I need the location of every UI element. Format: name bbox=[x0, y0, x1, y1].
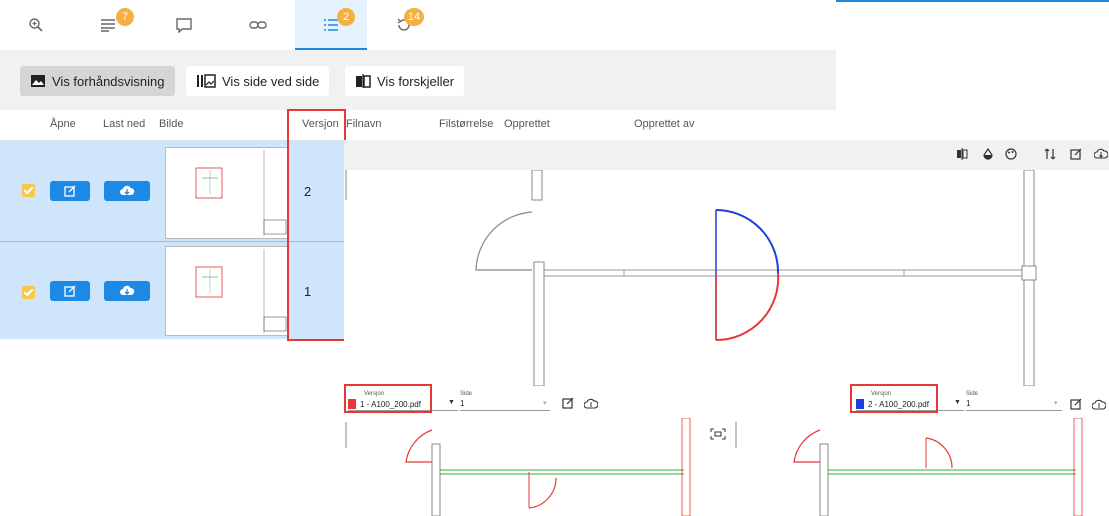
header-created-by[interactable]: Opprettet av bbox=[634, 118, 695, 130]
side-by-side-button[interactable]: Vis side ved side bbox=[186, 66, 330, 96]
row-checkbox[interactable] bbox=[22, 184, 35, 197]
floor-plan-thumbnail bbox=[195, 150, 287, 236]
dropdown-arrow-icon[interactable]: ▼ bbox=[448, 399, 455, 406]
cloud-download-icon[interactable] bbox=[1094, 148, 1108, 160]
tab-list[interactable]: 7 bbox=[72, 0, 144, 50]
open-external-icon[interactable] bbox=[562, 397, 574, 409]
header-download: Last ned bbox=[103, 118, 146, 130]
fit-screen-icon[interactable] bbox=[710, 428, 726, 440]
drawing-thumbnail[interactable] bbox=[165, 246, 289, 336]
side-label: Side bbox=[966, 391, 979, 397]
side-by-side-button-label: Vis side ved side bbox=[222, 73, 320, 89]
dropdown-arrow-icon[interactable]: ▾ bbox=[543, 399, 547, 407]
dropdown-arrow-icon[interactable]: ▼ bbox=[954, 399, 961, 406]
swap-icon[interactable] bbox=[1044, 148, 1056, 160]
open-button[interactable] bbox=[50, 281, 90, 301]
tab-bar: 7 2 14 bbox=[0, 0, 836, 50]
tab-history[interactable]: 14 bbox=[368, 0, 440, 50]
tab-links[interactable] bbox=[222, 0, 294, 50]
header-filename[interactable]: Filnavn bbox=[346, 118, 381, 130]
comment-icon bbox=[176, 18, 192, 33]
cloud-download-icon bbox=[120, 285, 135, 295]
cloud-download-icon bbox=[120, 185, 135, 195]
tab-zoom[interactable] bbox=[0, 0, 72, 50]
link-icon bbox=[249, 21, 267, 29]
floor-plan-thumbnail bbox=[195, 249, 287, 333]
select-underline bbox=[966, 410, 1062, 411]
compare-icon[interactable] bbox=[956, 148, 968, 160]
download-button[interactable] bbox=[104, 181, 150, 201]
open-external-icon bbox=[64, 185, 76, 197]
header-filesize[interactable]: Filstørrelse bbox=[439, 118, 493, 130]
tab-badge: 7 bbox=[116, 8, 134, 26]
palette-icon[interactable] bbox=[1005, 148, 1017, 160]
version-1-drawing[interactable] bbox=[344, 418, 704, 516]
image-icon bbox=[31, 75, 45, 87]
drawing-viewer: Versjon 1 - A100_200.pdf ▼ Side 1 ▾ Vers… bbox=[344, 140, 1109, 516]
row-checkbox[interactable] bbox=[22, 286, 35, 299]
diff-button-label: Vis forskjeller bbox=[377, 73, 455, 89]
cloud-download-icon[interactable] bbox=[1092, 399, 1106, 410]
contrast-icon[interactable] bbox=[982, 148, 994, 160]
zoom-icon bbox=[29, 18, 43, 32]
side-by-side-icon bbox=[197, 74, 216, 88]
side-select[interactable]: 1 bbox=[460, 399, 464, 408]
version-2-drawing[interactable] bbox=[730, 418, 1109, 516]
viewer-toolbar bbox=[344, 140, 1109, 170]
view-toolbar: Vis forhåndsvisning Vis side ved side Vi… bbox=[0, 50, 836, 110]
tab-badge: 14 bbox=[404, 8, 424, 26]
header-image: Bilde bbox=[159, 118, 184, 130]
side-label: Side bbox=[460, 391, 473, 397]
side-select-value: 1 bbox=[966, 399, 971, 408]
compare-icon bbox=[356, 74, 371, 88]
side-select[interactable]: 1 bbox=[966, 399, 970, 408]
open-button[interactable] bbox=[50, 181, 90, 201]
preview-button-label: Vis forhåndsvisning bbox=[52, 73, 165, 89]
version-select-highlight bbox=[850, 384, 938, 413]
dropdown-arrow-icon[interactable]: ▾ bbox=[1054, 399, 1058, 407]
drawing-thumbnail[interactable] bbox=[165, 147, 289, 239]
header-created[interactable]: Opprettet bbox=[504, 118, 550, 130]
version-select-highlight bbox=[344, 384, 432, 413]
list-icon bbox=[101, 19, 115, 32]
diff-button[interactable]: Vis forskjeller bbox=[345, 66, 465, 96]
open-external-icon[interactable] bbox=[1070, 398, 1082, 410]
version-column-highlight bbox=[287, 109, 346, 341]
tab-comments[interactable] bbox=[148, 0, 220, 50]
tab-badge: 2 bbox=[337, 8, 355, 26]
cloud-download-icon[interactable] bbox=[584, 398, 598, 409]
download-button[interactable] bbox=[104, 281, 150, 301]
header-open: Åpne bbox=[50, 118, 76, 130]
side-select-value: 1 bbox=[460, 399, 465, 408]
open-external-icon[interactable] bbox=[1070, 148, 1082, 160]
select-underline bbox=[460, 410, 550, 411]
preview-button[interactable]: Vis forhåndsvisning bbox=[20, 66, 175, 96]
open-external-icon bbox=[64, 285, 76, 297]
tab-versions[interactable]: 2 bbox=[295, 0, 367, 50]
overlay-drawing[interactable] bbox=[344, 170, 1109, 386]
